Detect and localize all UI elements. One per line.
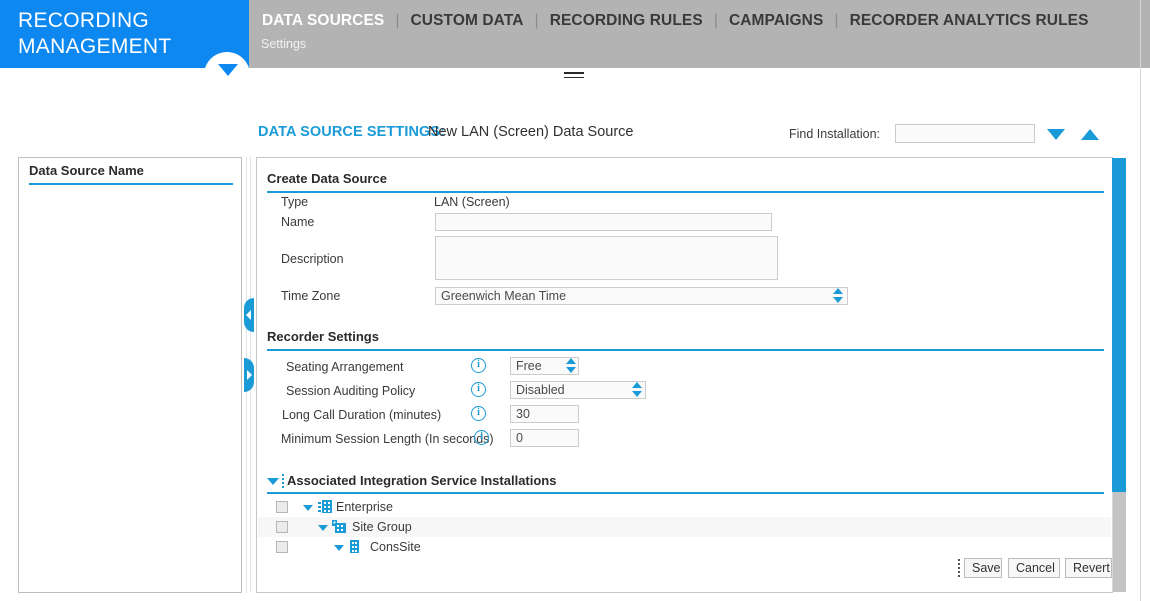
conssite-node-label: ConsSite [370,540,421,554]
cancel-button[interactable]: Cancel [1008,558,1060,578]
seating-arrangement-spinner-icon[interactable] [566,358,577,374]
minimum-session-length-info-icon[interactable]: i [474,430,489,445]
nav-separator: | [713,12,718,29]
long-call-duration-input[interactable] [510,405,579,423]
tree-collapse-caret-icon[interactable] [267,478,279,485]
top-bar: RECORDING MANAGEMENT DATA SOURCES | CUST… [0,0,1150,98]
nav-separator: | [534,12,539,29]
minimum-session-length-input[interactable] [510,429,579,447]
data-source-name-column-header: Data Source Name [29,163,233,185]
conssite-building-icon [348,540,362,559]
description-textarea[interactable] [435,236,778,280]
session-auditing-policy-spinner-icon[interactable] [632,382,643,398]
nav-item-recording-rules[interactable]: RECORDING RULES [548,12,705,30]
time-zone-label: Time Zone [281,289,341,303]
save-button[interactable]: Save [964,558,1002,578]
chevron-left-icon [246,310,251,320]
description-label: Description [281,252,344,266]
type-value: LAN (Screen) [434,195,510,209]
enterprise-node-label: Enterprise [336,500,393,514]
session-auditing-policy-label: Session Auditing Policy [286,384,416,398]
nav-separator: | [395,12,400,29]
panel-splitter[interactable] [244,157,254,593]
associated-installations-title: Associated Integration Service Installat… [287,473,557,488]
nav-separator: | [834,12,839,29]
session-auditing-policy-value[interactable] [510,381,646,399]
section-divider [267,191,1104,193]
nav-item-recorder-analytics-rules[interactable]: RECORDER ANALYTICS RULES [848,12,1091,30]
nav-zone: DATA SOURCES | CUSTOM DATA | RECORDING R… [249,0,1150,68]
section-divider [267,492,1104,494]
vertical-scrollbar-thumb[interactable] [1112,158,1126,492]
associated-installations-header[interactable]: Associated Integration Service Installat… [267,471,1104,493]
enterprise-expand-caret-icon[interactable] [303,505,313,511]
name-input[interactable] [435,213,772,231]
chevron-right-icon [247,370,252,380]
conssite-checkbox[interactable] [276,541,288,553]
data-source-settings-value: New LAN (Screen) Data Source [428,124,634,140]
section-divider [267,349,1104,351]
long-call-duration-info-icon[interactable]: i [471,406,486,421]
nav-subtitle: Settings [261,37,307,51]
create-data-source-section-title: Create Data Source [267,171,387,186]
data-source-list-panel: Data Source Name [18,157,242,593]
session-auditing-policy-info-icon[interactable]: i [471,382,486,397]
table-row[interactable]: Enterprise [258,497,1111,517]
conssite-expand-caret-icon[interactable] [334,545,344,551]
table-row[interactable]: Site Group [258,517,1111,537]
panel-drag-handle-icon[interactable] [564,72,584,80]
type-label: Type [281,195,309,209]
time-zone-value[interactable] [435,287,848,305]
site-group-checkbox[interactable] [276,521,288,533]
seating-arrangement-label: Seating Arrangement [286,360,404,374]
name-label: Name [281,215,315,229]
nav-item-custom-data[interactable]: CUSTOM DATA [409,12,526,30]
find-installation-label: Find Installation: [789,127,881,141]
expand-right-handle[interactable] [244,358,254,392]
collapse-left-handle[interactable] [244,298,254,332]
table-row[interactable]: ConsSite [258,537,1111,557]
find-installation-input[interactable] [895,124,1035,143]
window-right-edge [1140,0,1141,601]
seating-arrangement-info-icon[interactable]: i [471,358,486,373]
find-next-down-icon[interactable] [1047,129,1065,140]
brand-line-1: RECORDING [18,9,150,32]
recorder-settings-section-title: Recorder Settings [267,329,379,344]
nav-item-data-sources[interactable]: DATA SOURCES [260,12,386,30]
button-bar-grip-icon [958,559,960,577]
find-previous-up-icon[interactable] [1081,129,1099,140]
time-zone-spinner-icon[interactable] [833,288,844,304]
nav-item-campaigns[interactable]: CAMPAIGNS [727,12,825,30]
main-nav: DATA SOURCES | CUSTOM DATA | RECORDING R… [260,12,1091,30]
settings-title-row: DATA SOURCE SETTINGS: New LAN (Screen) D… [0,124,1150,150]
minimum-session-length-label: Minimum Session Length (In seconds) [281,432,494,446]
menu-expand-caret-icon[interactable] [218,64,238,76]
site-group-expand-caret-icon[interactable] [318,525,328,531]
data-source-form-panel: Create Data Source Type LAN (Screen) Nam… [256,157,1113,593]
revert-button[interactable]: Revert [1065,558,1112,578]
data-source-settings-label: DATA SOURCE SETTINGS: [258,124,446,140]
site-group-node-label: Site Group [352,520,412,534]
long-call-duration-label: Long Call Duration (minutes) [282,408,442,422]
section-grip-icon [282,474,284,488]
enterprise-checkbox[interactable] [276,501,288,513]
